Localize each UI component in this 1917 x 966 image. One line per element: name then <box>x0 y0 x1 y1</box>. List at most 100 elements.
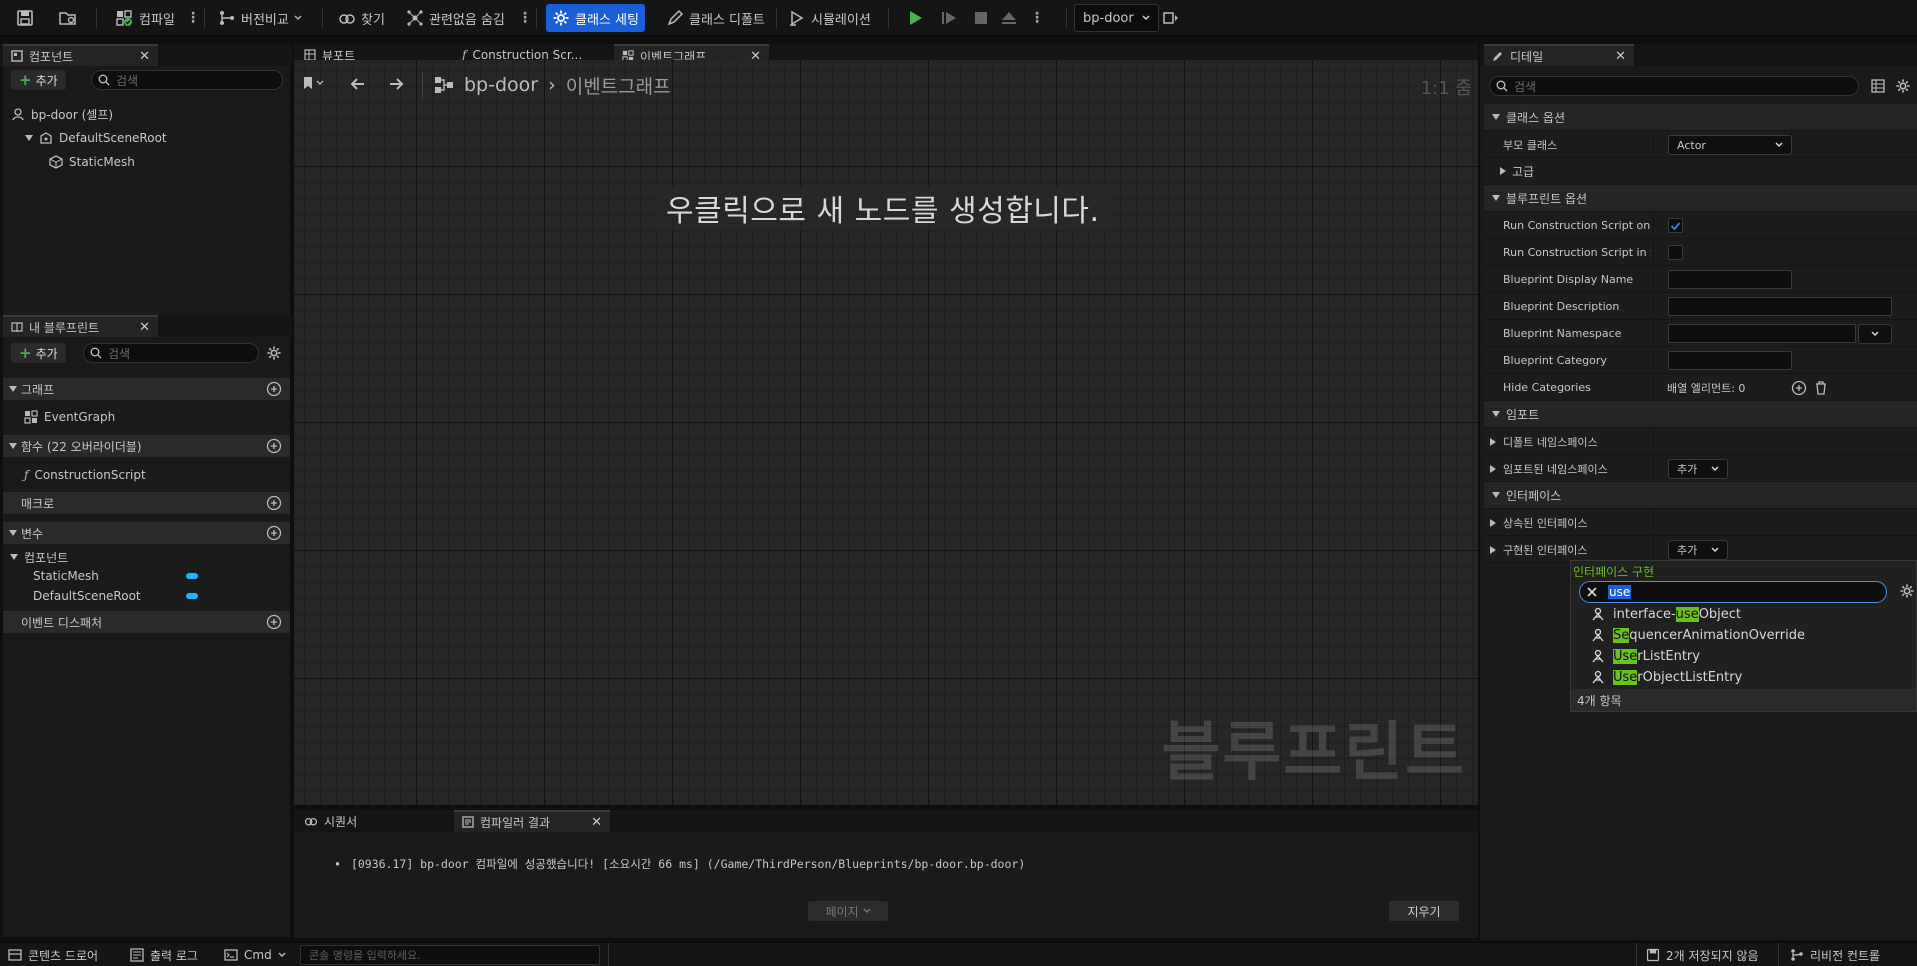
find-button[interactable]: 찾기 <box>332 4 391 32</box>
save-button[interactable] <box>10 4 40 32</box>
namespace-picker-button[interactable] <box>1858 324 1892 344</box>
section-label: 이벤트 디스패처 <box>21 615 103 630</box>
play-options-button[interactable]: ⋮ <box>1024 4 1050 32</box>
browse-button[interactable] <box>52 4 84 32</box>
my-blueprint-settings-button[interactable] <box>266 345 282 361</box>
add-circle-icon[interactable] <box>266 381 282 397</box>
section-variables[interactable]: 변수 <box>3 522 290 544</box>
expand-arrow-icon[interactable] <box>1490 465 1496 473</box>
section-interfaces[interactable]: 인터페이스 <box>1484 482 1917 509</box>
eject-button[interactable] <box>994 4 1024 32</box>
variable-category-components[interactable]: 컴포넌트 <box>10 547 68 567</box>
interface-option-interface-useobject[interactable]: interface-useObject <box>1591 604 1741 624</box>
debug-object-select[interactable]: bp-door <box>1074 4 1159 32</box>
console-command-input[interactable]: 콘솔 명령을 입력하세요. <box>300 945 600 965</box>
section-macros[interactable]: 매크로 <box>3 492 290 514</box>
my-blueprint-tab[interactable]: 내 블루프린트 ✕ <box>3 315 158 337</box>
components-tab[interactable]: 컴포넌트 ✕ <box>3 44 158 66</box>
tab-compiler-results[interactable]: 컴파일러 결과 ✕ <box>454 810 610 832</box>
add-circle-icon[interactable] <box>266 525 282 541</box>
compile-options-button[interactable]: ⋮ <box>180 4 206 32</box>
component-item-defaultsceneroot[interactable]: DefaultSceneRoot <box>25 128 167 148</box>
components-search-input[interactable]: 검색 <box>91 70 283 90</box>
bookmark-button[interactable] <box>302 76 324 90</box>
interface-search-input[interactable]: use <box>1579 581 1887 603</box>
section-advanced[interactable]: 고급 <box>1484 158 1917 185</box>
tab-find-results[interactable]: 시퀀서 <box>296 810 446 832</box>
blueprint-category-input[interactable] <box>1668 351 1792 370</box>
variable-item-staticmesh[interactable]: StaticMesh <box>33 566 198 586</box>
close-icon[interactable]: ✕ <box>139 49 150 64</box>
blueprint-description-input[interactable] <box>1668 297 1892 316</box>
blueprint-namespace-input[interactable] <box>1668 324 1856 343</box>
property-matrix-button[interactable] <box>1871 79 1885 93</box>
run-construction-on-drag-checkbox[interactable] <box>1668 218 1683 233</box>
event-graph-canvas[interactable]: 우클릭으로 새 노드를 생성합니다. 블루프린트 <box>294 60 1478 805</box>
section-blueprint-options[interactable]: 블루프린트 옵션 <box>1484 185 1917 212</box>
expand-arrow-icon[interactable] <box>25 135 33 141</box>
expand-arrow-icon[interactable] <box>1490 438 1496 446</box>
hide-unrelated-options[interactable]: ⋮ <box>512 4 538 32</box>
details-settings-button[interactable] <box>1895 78 1911 94</box>
section-functions[interactable]: 함수 (22 오버라이더블) <box>3 435 290 457</box>
row-label: Run Construction Script in S... <box>1503 246 1651 259</box>
gear-icon[interactable] <box>1899 583 1915 599</box>
add-circle-icon[interactable] <box>266 438 282 454</box>
revision-control-button[interactable]: 리비전 컨트롤 <box>1790 945 1880 965</box>
blueprint-display-name-input[interactable] <box>1668 270 1792 289</box>
imported-namespaces-add-button[interactable]: 추가 <box>1668 459 1728 479</box>
implemented-interfaces-add-button[interactable]: 추가 <box>1668 540 1728 560</box>
chevron-down-icon <box>863 908 871 913</box>
section-imports[interactable]: 임포트 <box>1484 401 1917 428</box>
section-graphs[interactable]: 그래프 <box>3 378 290 400</box>
add-circle-icon[interactable] <box>266 495 282 511</box>
class-settings-button[interactable]: 클래스 세팅 <box>546 4 645 32</box>
components-add-button[interactable]: + 추가 <box>11 70 66 90</box>
hide-unrelated-button[interactable]: 관련없음 숨김 <box>400 4 511 32</box>
graph-item-eventgraph[interactable]: EventGraph <box>24 407 115 427</box>
expand-arrow-icon[interactable] <box>1490 546 1496 554</box>
interface-option-user-list-entry[interactable]: UserListEntry <box>1591 646 1700 666</box>
compile-button[interactable]: 컴파일 <box>108 4 181 32</box>
simulation-button[interactable]: 시뮬레이션 <box>782 4 877 32</box>
unsaved-assets-button[interactable]: 2개 저장되지 않음 <box>1646 945 1759 965</box>
close-icon[interactable]: ✕ <box>591 815 602 830</box>
scene-root-icon <box>40 132 52 144</box>
class-defaults-button[interactable]: 클래스 디폴트 <box>660 4 771 32</box>
clear-button[interactable]: 지우기 <box>1389 901 1459 921</box>
component-item-self[interactable]: bp-door (셀프) <box>11 104 113 124</box>
interface-option-user-object-list-entry[interactable]: UserObjectListEntry <box>1591 667 1742 687</box>
interface-option-sequencer-animation-override[interactable]: SequencerAnimationOverride <box>1591 625 1805 645</box>
details-search-input[interactable]: 검색 <box>1489 76 1859 96</box>
content-drawer-button[interactable]: 콘텐츠 드로어 <box>8 945 98 965</box>
clear-search-icon[interactable] <box>1586 586 1598 598</box>
popup-title: 인터페이스 구현 <box>1573 565 1655 579</box>
debug-filter-button[interactable] <box>1156 4 1186 32</box>
details-tab[interactable]: 디테일 ✕ <box>1484 44 1634 66</box>
breadcrumb-root[interactable]: bp-door <box>464 74 538 96</box>
diff-button[interactable]: 버전비교 <box>212 4 308 32</box>
my-blueprint-search-input[interactable]: 검색 <box>83 343 259 363</box>
function-item-constructionscript[interactable]: ƒ ConstructionScript <box>24 465 146 485</box>
step-button[interactable] <box>934 4 964 32</box>
add-circle-icon[interactable] <box>1791 380 1807 396</box>
output-log-button[interactable]: 출력 로그 <box>130 945 198 965</box>
stop-button[interactable] <box>966 4 996 32</box>
section-class-options[interactable]: 클래스 옵션 <box>1484 104 1917 131</box>
section-event-dispatchers[interactable]: 이벤트 디스패처 <box>3 611 290 633</box>
component-item-staticmesh[interactable]: StaticMesh <box>49 152 135 172</box>
my-blueprint-add-button[interactable]: + 추가 <box>11 343 66 363</box>
page-select[interactable]: 페이지 <box>808 901 888 921</box>
close-icon[interactable]: ✕ <box>139 320 150 335</box>
play-button[interactable] <box>900 4 930 32</box>
parent-class-select[interactable]: Actor <box>1668 135 1792 155</box>
close-icon[interactable]: ✕ <box>1615 49 1626 64</box>
forward-button[interactable] <box>386 74 406 94</box>
cmd-select[interactable]: Cmd <box>224 945 286 965</box>
back-button[interactable] <box>348 74 368 94</box>
run-construction-in-sequencer-checkbox[interactable] <box>1668 245 1683 260</box>
variable-item-defaultsceneroot[interactable]: DefaultSceneRoot <box>33 586 198 606</box>
trash-icon[interactable] <box>1814 380 1828 396</box>
add-circle-icon[interactable] <box>266 614 282 630</box>
expand-arrow-icon[interactable] <box>1490 519 1496 527</box>
